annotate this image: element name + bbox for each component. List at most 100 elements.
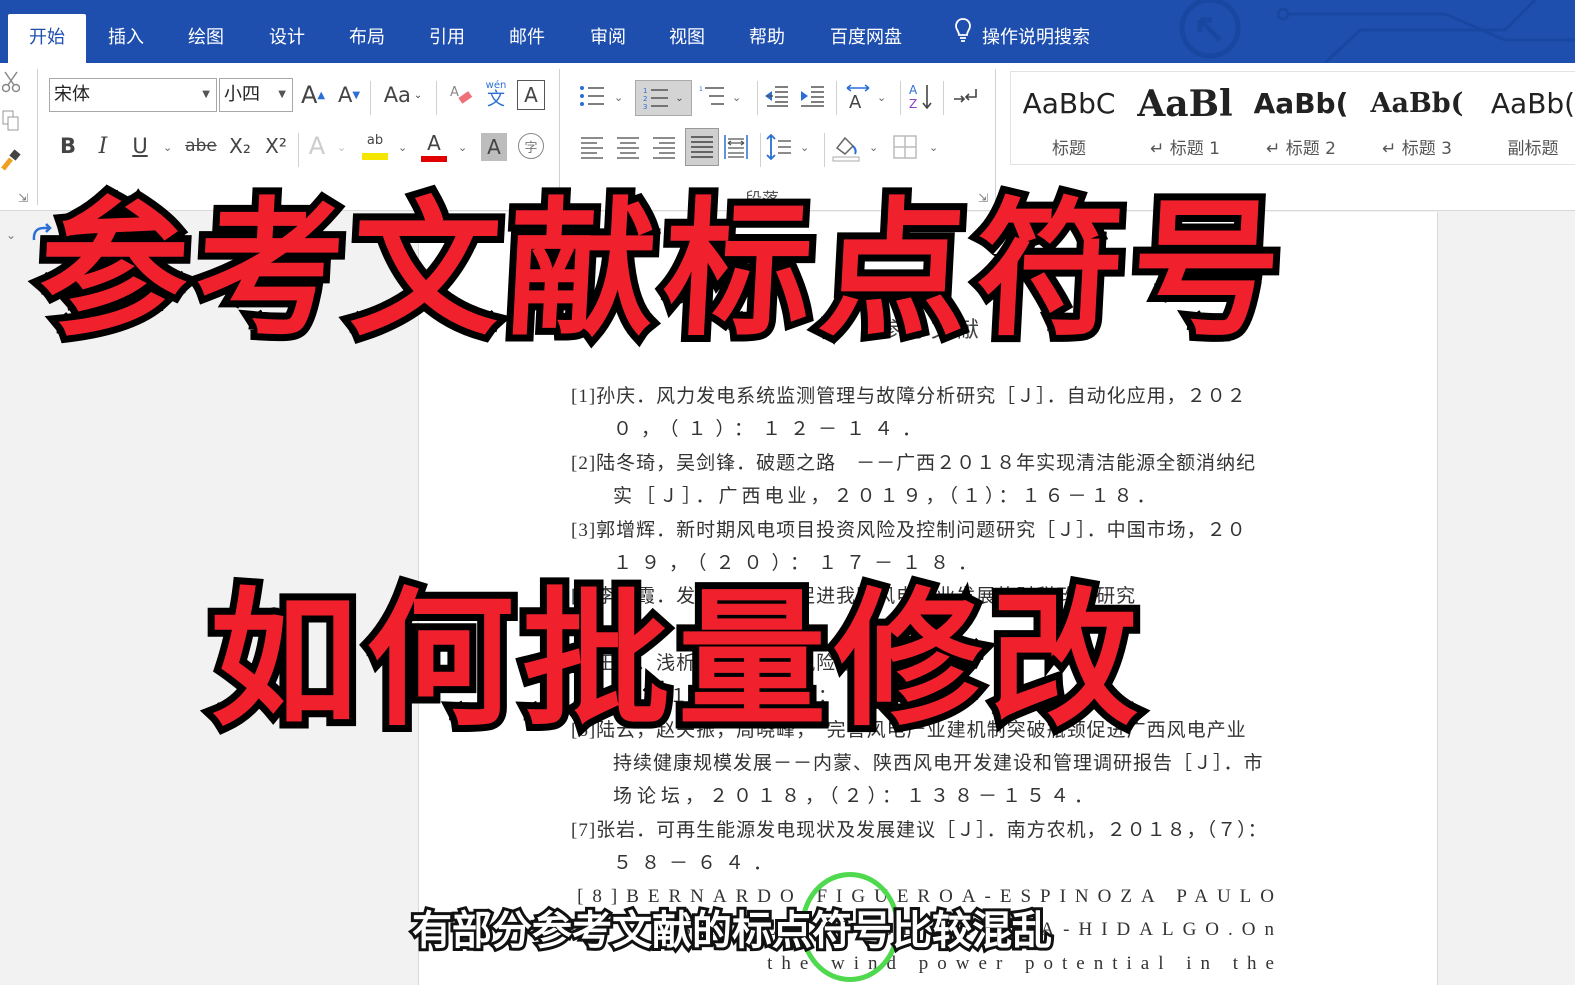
style-title[interactable]: AaBbC 标题 xyxy=(1011,72,1127,166)
increase-indent-button[interactable] xyxy=(798,81,826,111)
separator xyxy=(757,81,758,115)
align-left-icon xyxy=(581,137,603,159)
subscript-button[interactable]: X₂ xyxy=(225,129,255,163)
tab-design[interactable]: 设计 xyxy=(249,14,325,63)
show-hide-marks-button[interactable] xyxy=(951,81,979,111)
borders-button[interactable] xyxy=(890,130,920,164)
distributed-button[interactable] xyxy=(722,130,750,164)
text-effects-dropdown[interactable]: ⌄ xyxy=(337,141,346,154)
tab-layout[interactable]: 布局 xyxy=(329,14,405,63)
line-spacing-dropdown[interactable]: ⌄ xyxy=(800,141,809,154)
reference-text: [7]张岩．可再生能源发电现状及发展建议［Ｊ］．南方农机，２０１８，（７）： xyxy=(571,819,1268,841)
character-border-button[interactable]: A xyxy=(517,80,545,110)
grow-font-button[interactable]: A ▲ xyxy=(298,78,328,112)
tab-references[interactable]: 引用 xyxy=(409,14,485,63)
tab-review[interactable]: 审阅 xyxy=(570,14,646,63)
reference-continuation: ５８－６４． xyxy=(613,853,782,875)
tab-insert[interactable]: 插入 xyxy=(88,14,164,63)
grow-font-icon: A xyxy=(300,81,318,109)
format-painter-icon[interactable] xyxy=(0,147,22,173)
font-size-combo[interactable]: 小四 ▼ xyxy=(219,78,293,112)
align-left-button[interactable] xyxy=(578,130,606,164)
strikethrough-button[interactable]: abe xyxy=(183,129,219,163)
circuit-decoration xyxy=(1179,0,1575,63)
highlight-dropdown[interactable]: ⌄ xyxy=(398,141,407,154)
font-color-dropdown[interactable]: ⌄ xyxy=(458,141,467,154)
clear-formatting-button[interactable]: A xyxy=(446,78,476,112)
separator xyxy=(760,133,761,167)
align-right-button[interactable] xyxy=(650,130,678,164)
eraser-icon: A xyxy=(450,85,473,104)
overlay-title-line1: 参考文献标点符号 xyxy=(28,177,1299,363)
reference-text: [3]郭增辉．新时期风电项目投资风险及控制问题研究［Ｊ］．中国市场，２０ xyxy=(571,519,1247,541)
character-shading-button[interactable]: A xyxy=(481,133,507,161)
numbering-button[interactable]: 123 ⌄ xyxy=(635,80,692,116)
text-effects-button[interactable]: A xyxy=(303,129,331,163)
borders-dropdown[interactable]: ⌄ xyxy=(929,141,938,154)
tell-me-search[interactable]: 操作说明搜索 xyxy=(934,14,1110,63)
style-preview: AaBb( xyxy=(1370,88,1464,119)
reference-continuation: 实［Ｊ］．广西电业，２０１９，（１）：１６－１８． xyxy=(613,486,1160,508)
superscript-button[interactable]: X² xyxy=(261,129,291,163)
style-heading-2[interactable]: AaBb( ↵ 标题 2 xyxy=(1243,72,1359,166)
style-name: 标题 xyxy=(1052,139,1086,159)
tab-help[interactable]: 帮助 xyxy=(729,14,805,63)
multilevel-dropdown[interactable]: ⌄ xyxy=(732,91,741,104)
svg-text:3: 3 xyxy=(643,103,647,111)
reference-item: [2]陆冬琦，吴剑锋．破题之路 －－广西２０１８年实现清洁能源全额消纳纪 实［Ｊ… xyxy=(571,447,1283,514)
copy-icon[interactable] xyxy=(0,107,22,135)
tab-baidu-netdisk[interactable]: 百度网盘 xyxy=(810,14,922,63)
enclose-characters-button[interactable]: 字 xyxy=(518,133,544,159)
svg-text:A: A xyxy=(450,85,459,100)
subscript-icon: X₂ xyxy=(229,134,251,158)
underline-button[interactable]: U xyxy=(126,129,154,163)
reference-text: [2]陆冬琦，吴剑锋．破题之路 －－广西２０１８年实现清洁能源全额消纳纪 xyxy=(571,452,1257,474)
change-case-button[interactable]: Aa ⌄ xyxy=(378,78,428,112)
tab-draw[interactable]: 绘图 xyxy=(168,14,244,63)
reference-item: [7]张岩．可再生能源发电现状及发展建议［Ｊ］．南方农机，２０１８，（７）： ５… xyxy=(571,814,1283,881)
svg-text:A: A xyxy=(849,92,862,110)
shrink-font-button[interactable]: A ▼ xyxy=(334,78,364,112)
tab-view[interactable]: 视图 xyxy=(649,14,725,63)
distributed-icon xyxy=(724,135,748,159)
multilevel-list-button[interactable]: 1 xyxy=(698,81,726,111)
reference-continuation: ０，（１）：１２－１４． xyxy=(613,419,931,441)
highlight-button[interactable]: ab xyxy=(358,129,392,165)
clipboard-dialog-launcher[interactable]: ⇲ xyxy=(18,191,28,205)
shading-dropdown[interactable]: ⌄ xyxy=(869,141,878,154)
align-center-icon xyxy=(617,137,639,159)
superscript-icon: X² xyxy=(265,134,287,158)
text-direction-dropdown[interactable]: ⌄ xyxy=(877,91,886,104)
font-color-swatch xyxy=(421,155,447,162)
decrease-indent-button[interactable] xyxy=(762,81,790,111)
style-preview: AaBl xyxy=(1137,83,1233,125)
ribbon-tab-bar: 开始 插入 绘图 设计 布局 引用 邮件 审阅 视图 帮助 百度网盘 操作说明搜… xyxy=(0,0,1575,63)
phonetic-guide-button[interactable]: wén 文 xyxy=(481,76,511,114)
bullets-dropdown[interactable]: ⌄ xyxy=(614,91,623,104)
tab-mailings[interactable]: 邮件 xyxy=(489,14,565,63)
bullets-button[interactable] xyxy=(578,81,606,111)
align-center-button[interactable] xyxy=(614,130,642,164)
reference-text: [1]孙庆．风力发电系统监测管理与故障分析研究［Ｊ］．自动化应用，２０２ xyxy=(571,386,1247,407)
font-color-button[interactable]: A xyxy=(418,129,450,165)
bold-icon: B xyxy=(59,134,76,158)
style-subtitle[interactable]: AaBb( 副标题 xyxy=(1475,72,1575,166)
cut-icon[interactable] xyxy=(0,69,22,95)
line-spacing-button[interactable] xyxy=(765,130,793,164)
sort-button[interactable]: AZ xyxy=(907,79,935,113)
underline-dropdown[interactable]: ⌄ xyxy=(163,141,172,154)
group-separator xyxy=(37,69,38,205)
shading-button[interactable] xyxy=(830,129,862,165)
style-heading-3[interactable]: AaBb( ↵ 标题 3 xyxy=(1359,72,1475,166)
tab-home[interactable]: 开始 xyxy=(8,14,86,63)
style-heading-1[interactable]: AaBl ↵ 标题 1 xyxy=(1127,72,1243,166)
underline-icon: U xyxy=(132,134,148,158)
italic-button[interactable]: I xyxy=(89,129,117,163)
phonetic-char-icon: 文 xyxy=(487,89,505,110)
chevron-down-icon[interactable]: ⌄ xyxy=(6,228,16,242)
bold-button[interactable]: B xyxy=(54,129,82,163)
separator xyxy=(824,133,825,167)
font-name-combo[interactable]: 宋体 ▼ xyxy=(49,78,217,112)
text-direction-button[interactable]: A xyxy=(842,79,874,113)
justify-button[interactable] xyxy=(685,128,719,166)
